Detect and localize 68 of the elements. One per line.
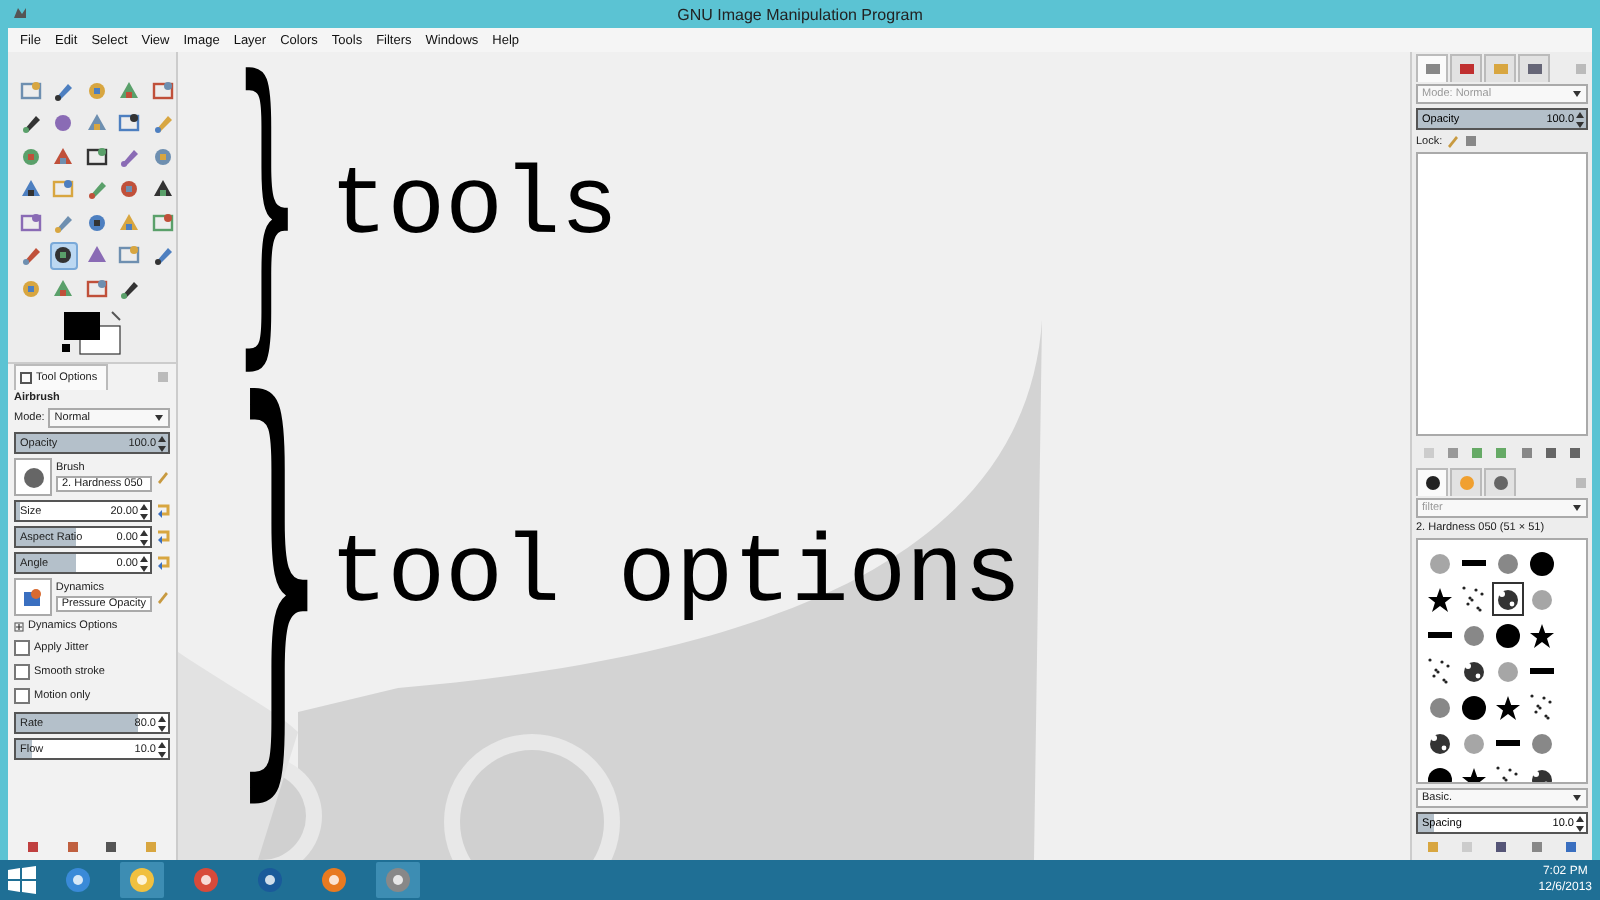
brush-icon	[1494, 693, 1522, 721]
checkbox[interactable]	[14, 688, 30, 704]
taskbar-button[interactable]	[376, 862, 420, 898]
brush-icon	[1528, 693, 1556, 721]
spin-arrows-icon[interactable]	[158, 716, 166, 732]
brush-item[interactable]	[1492, 582, 1524, 616]
circle-logo-icon	[256, 866, 284, 894]
brush-icon	[1494, 549, 1522, 577]
brush-icon	[1426, 657, 1454, 685]
caret-icon	[154, 414, 164, 422]
spin-arrows-icon[interactable]	[158, 742, 166, 758]
dynamics-icon	[20, 585, 45, 609]
tool-options-icon	[20, 371, 32, 383]
brush-icon	[1528, 549, 1556, 577]
brush-action-icon[interactable]	[1494, 840, 1509, 854]
caret-icon	[1572, 504, 1582, 512]
checkbox[interactable]	[14, 640, 30, 656]
spin-arrows-icon[interactable]	[158, 436, 166, 452]
brush-icon	[1423, 474, 1441, 492]
browser-icon	[320, 866, 348, 894]
brush-icon	[1426, 585, 1454, 613]
pencil-icon[interactable]	[156, 590, 170, 604]
taskbar-button[interactable]	[120, 862, 164, 898]
brush-icon	[1528, 621, 1556, 649]
tool-button[interactable]	[115, 109, 143, 137]
brush-icon	[1426, 693, 1454, 721]
browser-icon	[192, 866, 220, 894]
brush-item[interactable]	[1526, 546, 1558, 580]
brush-preview[interactable]	[14, 458, 52, 496]
tool-button[interactable]	[49, 241, 77, 269]
brush-icon	[1494, 621, 1522, 649]
brush-icon	[1460, 585, 1488, 613]
spin-arrows-icon[interactable]	[140, 530, 148, 546]
dynamics-preview[interactable]	[14, 578, 52, 616]
brush-icon	[1460, 657, 1488, 685]
soft-brush-icon	[21, 465, 45, 489]
brush-icon	[1460, 621, 1488, 649]
app-icon	[384, 866, 412, 894]
brush-icon	[1494, 657, 1522, 685]
window-title: GNU Image Manipulation Program	[677, 5, 923, 23]
brush-icon	[1460, 729, 1488, 757]
brush-action-icon[interactable]	[1529, 840, 1544, 854]
annotation-text: tools	[330, 160, 619, 256]
brush-item[interactable]	[1492, 618, 1524, 652]
browser-icon	[64, 866, 92, 894]
brush-icon	[1494, 585, 1522, 613]
dock-tab[interactable]	[1416, 468, 1448, 496]
brush-icon	[1528, 729, 1556, 757]
brush-icon	[1528, 585, 1556, 613]
tool-button[interactable]	[82, 142, 110, 170]
windows-logo-icon[interactable]	[8, 866, 36, 894]
brush-item[interactable]	[1458, 690, 1490, 724]
pencil-icon[interactable]	[156, 470, 170, 484]
brush-icon	[1426, 549, 1454, 577]
caret-icon	[1572, 90, 1582, 98]
spin-arrows-icon[interactable]	[140, 556, 148, 572]
folder-icon	[128, 866, 156, 894]
brush-icon	[1460, 693, 1488, 721]
spin-arrows-icon[interactable]	[1576, 112, 1584, 128]
spin-arrows-icon[interactable]	[140, 504, 148, 520]
spin-arrows-icon[interactable]	[1576, 816, 1584, 832]
annotation-text: tool options	[330, 528, 1022, 624]
caret-icon	[1572, 794, 1582, 802]
brush-action-icon[interactable]	[1563, 840, 1578, 854]
app-icon	[12, 6, 28, 20]
brush-icon	[1426, 729, 1454, 757]
expand-icon[interactable]	[14, 621, 24, 631]
checkbox[interactable]	[14, 664, 30, 680]
